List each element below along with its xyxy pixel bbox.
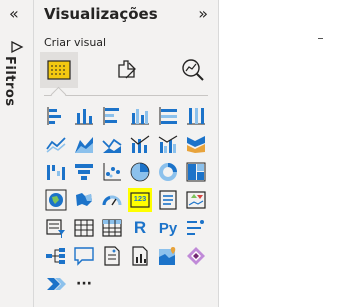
build-visual-icon: [47, 60, 71, 80]
create-visual-label: Criar visual: [44, 36, 107, 49]
visualizations-title: Visualizações: [44, 5, 158, 23]
filled-map-icon[interactable]: [72, 188, 96, 212]
map-icon[interactable]: [44, 188, 68, 212]
treemap-icon[interactable]: [184, 160, 208, 184]
line-chart-icon[interactable]: [44, 132, 68, 156]
python-visual-label: Py: [158, 219, 178, 237]
paginated-report-icon[interactable]: [128, 244, 152, 268]
scatter-chart-icon[interactable]: [100, 160, 124, 184]
collapse-filters-button[interactable]: «: [9, 6, 19, 22]
section-divider: [44, 95, 208, 96]
funnel-chart-icon[interactable]: [72, 160, 96, 184]
filters-panel-collapsed[interactable]: « Filtros: [0, 0, 34, 307]
line-and-column-chart-icon[interactable]: [128, 132, 152, 156]
donut-chart-icon[interactable]: [156, 160, 180, 184]
clustered-bar-chart-icon[interactable]: [100, 104, 124, 128]
filter-icon: [11, 40, 24, 54]
ribbon-chart-icon[interactable]: [184, 132, 208, 156]
line-and-clustered-column-chart-icon[interactable]: [156, 132, 180, 156]
more-visuals-icon[interactable]: ···: [72, 272, 96, 296]
gauge-icon[interactable]: [100, 188, 124, 212]
card-icon-label: 123: [133, 194, 147, 203]
table-icon[interactable]: [72, 216, 96, 240]
format-visual-icon: [118, 60, 136, 79]
kpi-icon[interactable]: [184, 188, 208, 212]
multi-row-card-icon[interactable]: [156, 188, 180, 212]
smart-narrative-icon[interactable]: [100, 244, 124, 268]
visualizations-pane: Visualizações » Criar visual 123 R Py ··…: [34, 0, 219, 307]
python-visual-icon[interactable]: Py: [156, 216, 180, 240]
waterfall-chart-icon[interactable]: [44, 160, 68, 184]
build-visual-button[interactable]: [40, 52, 78, 88]
slicer-icon[interactable]: [44, 216, 68, 240]
key-influencers-icon[interactable]: [184, 216, 208, 240]
canvas-mark: [318, 38, 323, 39]
100-stacked-bar-chart-icon[interactable]: [156, 104, 180, 128]
r-visual-label: R: [133, 218, 147, 237]
area-chart-icon[interactable]: [72, 132, 96, 156]
analytics-icon: [182, 59, 204, 81]
format-visual-button[interactable]: [108, 52, 146, 88]
stacked-bar-chart-icon[interactable]: [44, 104, 68, 128]
visual-type-tabs: [34, 50, 218, 92]
stacked-column-chart-icon[interactable]: [72, 104, 96, 128]
qa-icon[interactable]: [72, 244, 96, 268]
clustered-column-chart-icon[interactable]: [128, 104, 152, 128]
power-automate-icon[interactable]: [44, 272, 68, 296]
azure-map-icon[interactable]: [156, 244, 180, 268]
analytics-button[interactable]: [174, 52, 212, 88]
more-visuals-label: ···: [76, 276, 92, 292]
stacked-area-chart-icon[interactable]: [100, 132, 124, 156]
filters-label[interactable]: Filtros: [2, 56, 17, 107]
power-apps-icon[interactable]: [184, 244, 208, 268]
r-visual-icon[interactable]: R: [128, 216, 152, 240]
expand-pane-button[interactable]: »: [198, 4, 208, 23]
card-icon[interactable]: 123: [128, 188, 152, 212]
decomposition-tree-icon[interactable]: [44, 244, 68, 268]
pie-chart-icon[interactable]: [128, 160, 152, 184]
100-stacked-column-chart-icon[interactable]: [184, 104, 208, 128]
matrix-icon[interactable]: [100, 216, 124, 240]
